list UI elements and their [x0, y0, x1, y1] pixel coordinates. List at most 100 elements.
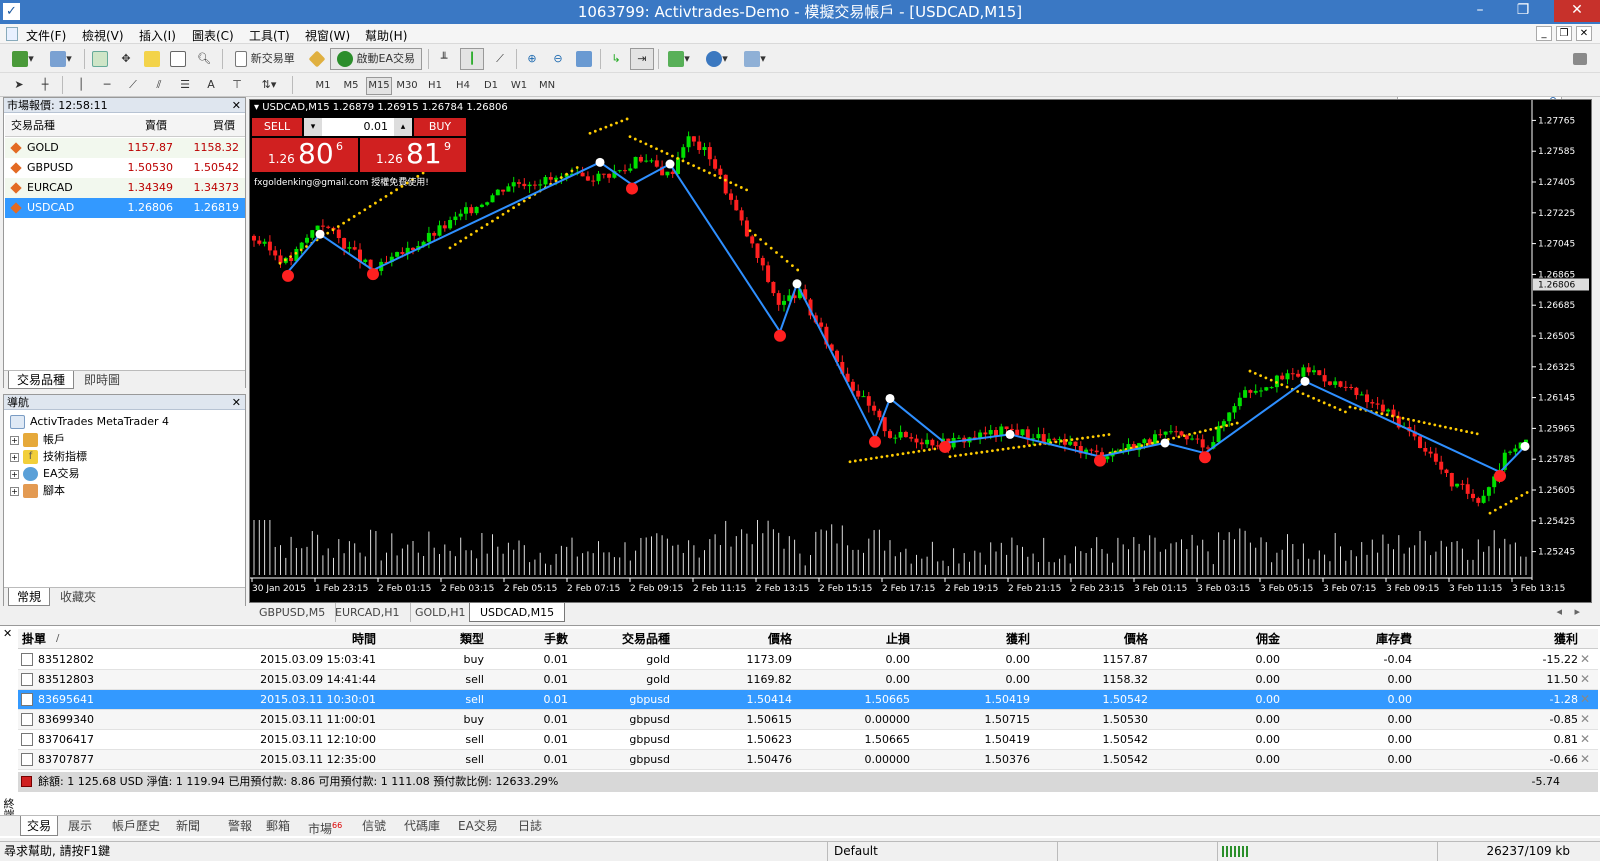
tile-windows-button[interactable] [572, 48, 596, 70]
terminal-close-icon[interactable]: ✕ [3, 627, 12, 640]
status-connection[interactable] [1217, 842, 1437, 861]
close-order-icon[interactable]: ✕ [1580, 690, 1590, 709]
chart-shift-button[interactable]: ⇥ [630, 48, 654, 70]
terminal-tab-4[interactable]: 警報 [222, 816, 258, 836]
terminal-tab-9[interactable]: EA交易 [452, 816, 504, 836]
chart-canvas[interactable]: 1.277651.275851.274051.272251.270451.268… [250, 100, 1591, 602]
new-chart-button[interactable]: ▾ [6, 48, 40, 70]
fibonacci-button[interactable]: ☰ [174, 74, 196, 96]
zoom-out-button[interactable]: ⊖ [546, 48, 570, 70]
tab-tick-chart[interactable]: 即時圖 [76, 371, 128, 389]
buy-button[interactable]: BUY [414, 118, 466, 136]
th-swap[interactable]: 庫存費 [1376, 629, 1412, 649]
profiles-button[interactable]: ▾ [44, 48, 78, 70]
auto-trading-button[interactable]: 啟動EA交易 [330, 48, 422, 70]
menu-tools[interactable]: 工具(T) [249, 27, 290, 44]
timeframe-mn[interactable]: MN [534, 77, 560, 95]
close-order-icon[interactable]: ✕ [1580, 650, 1590, 669]
trade-row[interactable]: 83512802 2015.03.09 15:03:41 buy 0.01 gold 11… [18, 650, 1598, 670]
close-order-icon[interactable]: ✕ [1580, 670, 1590, 689]
th-type[interactable]: 類型 [460, 629, 484, 649]
zoom-in-button[interactable]: ⊕ [520, 48, 544, 70]
th-sl[interactable]: 止損 [886, 629, 910, 649]
close-order-icon[interactable]: ✕ [1580, 750, 1590, 769]
terminal-tab-5[interactable]: 郵箱 [260, 816, 296, 836]
cursor-button[interactable]: ➤ [8, 74, 30, 96]
lot-size-input[interactable]: 0.01 [322, 118, 394, 136]
periods-button[interactable]: ▾ [700, 48, 734, 70]
terminal-tab-1[interactable]: 展示 [62, 816, 98, 836]
market-watch-row[interactable]: GOLD 1157.87 1158.32 [5, 138, 245, 158]
line-chart-button[interactable]: ⟋ [488, 48, 512, 70]
th-price[interactable]: 價格 [768, 629, 792, 649]
tabs-right-arrow-icon[interactable]: ▸ [1574, 605, 1580, 618]
timeframe-m30[interactable]: M30 [394, 77, 420, 95]
chart-tab-usdcad[interactable]: USDCAD,M15 [469, 603, 566, 622]
chat-button[interactable] [1568, 48, 1592, 70]
menu-insert[interactable]: 插入(I) [139, 27, 176, 44]
th-profit[interactable]: 獲利 [1554, 629, 1578, 649]
arrows-button[interactable]: ⇅▾ [252, 74, 286, 96]
lot-decrease-button[interactable]: ▾ [304, 118, 322, 136]
terminal-tab-0[interactable]: 交易 [20, 816, 59, 836]
navigator-close-icon[interactable]: ✕ [232, 395, 241, 410]
timeframe-m15[interactable]: M15 [366, 77, 392, 95]
col-symbol[interactable]: 交易品種 [11, 115, 55, 137]
nav-indicators[interactable]: + f 技術指標 [10, 448, 87, 465]
nav-root[interactable]: ActivTrades MetaTrader 4 [10, 413, 169, 430]
timeframe-w1[interactable]: W1 [506, 77, 532, 95]
th-time[interactable]: 時間 [352, 629, 376, 649]
timeframe-h4[interactable]: H4 [450, 77, 476, 95]
child-window-icon[interactable] [6, 27, 18, 41]
timeframe-m5[interactable]: M5 [338, 77, 364, 95]
templates-button[interactable]: ▾ [738, 48, 772, 70]
new-order-button[interactable]: 新交易單 [226, 48, 304, 70]
timeframe-m1[interactable]: M1 [310, 77, 336, 95]
sell-button[interactable]: SELL [252, 118, 302, 136]
terminal-tab-7[interactable]: 信號 [356, 816, 392, 836]
menu-window[interactable]: 視窗(W) [305, 27, 350, 44]
minimize-button[interactable]: – [1465, 0, 1495, 22]
timeframe-h1[interactable]: H1 [422, 77, 448, 95]
strategy-tester-toggle[interactable]: 🔍︎ [192, 48, 216, 70]
vertical-line-button[interactable]: │ [70, 74, 92, 96]
navigator-toggle[interactable] [140, 48, 164, 70]
menu-view[interactable]: 檢視(V) [82, 27, 124, 44]
terminal-tab-10[interactable]: 日誌 [512, 816, 548, 836]
terminal-tab-8[interactable]: 代碼庫 [398, 816, 446, 836]
timeframe-d1[interactable]: D1 [478, 77, 504, 95]
menu-help[interactable]: 幫助(H) [365, 27, 407, 44]
market-watch-row[interactable]: USDCAD 1.26806 1.26819 [5, 198, 245, 218]
trade-row[interactable]: 83707877 2015.03.11 12:35:00 sell 0.01 gbpus… [18, 750, 1598, 770]
lot-increase-button[interactable]: ▴ [394, 118, 412, 136]
th-size[interactable]: 手數 [544, 629, 568, 649]
close-order-icon[interactable]: ✕ [1580, 730, 1590, 749]
col-ask[interactable]: 買價 [213, 115, 235, 137]
chart-tab-eurcad[interactable]: EURCAD,H1 [325, 603, 411, 622]
candlestick-button[interactable]: ┃ [460, 48, 484, 70]
market-watch-row[interactable]: GBPUSD 1.50530 1.50542 [5, 158, 245, 178]
market-watch-toggle[interactable] [88, 48, 112, 70]
tabs-left-arrow-icon[interactable]: ◂ [1556, 605, 1562, 618]
expand-icon[interactable]: + [10, 486, 19, 496]
chart-tab-gold[interactable]: GOLD,H1 [405, 603, 477, 622]
th-order[interactable]: 掛單 [22, 629, 46, 649]
horizontal-line-button[interactable]: ─ [96, 74, 118, 96]
nav-scripts[interactable]: + 腳本 [10, 482, 65, 499]
price-chart[interactable]: 1.27765 1.27585 1.27405 1.27225 1.27045 1.268… [249, 99, 1592, 603]
terminal-tab-6[interactable]: 市場66 [302, 816, 348, 836]
menu-chart[interactable]: 圖表(C) [192, 27, 234, 44]
buy-price-box[interactable]: 1.26 81 9 [360, 138, 466, 172]
maximize-button[interactable]: ❐ [1508, 0, 1538, 22]
tab-symbols[interactable]: 交易品種 [8, 371, 75, 389]
equidistant-channel-button[interactable]: ⫽ [148, 74, 170, 96]
tab-common[interactable]: 常規 [8, 588, 51, 606]
trade-row[interactable]: 83699340 2015.03.11 11:00:01 buy 0.01 gbpusd… [18, 710, 1598, 730]
market-watch-close-icon[interactable]: ✕ [232, 98, 241, 113]
trade-row[interactable]: 83706417 2015.03.11 12:10:00 sell 0.01 gbpus… [18, 730, 1598, 750]
bar-chart-button[interactable]: ╨ [432, 48, 456, 70]
indicators-button[interactable]: ▾ [662, 48, 696, 70]
expand-icon[interactable]: + [10, 469, 19, 479]
close-order-icon[interactable]: ✕ [1580, 710, 1590, 729]
status-profile[interactable]: Default [827, 842, 1057, 861]
